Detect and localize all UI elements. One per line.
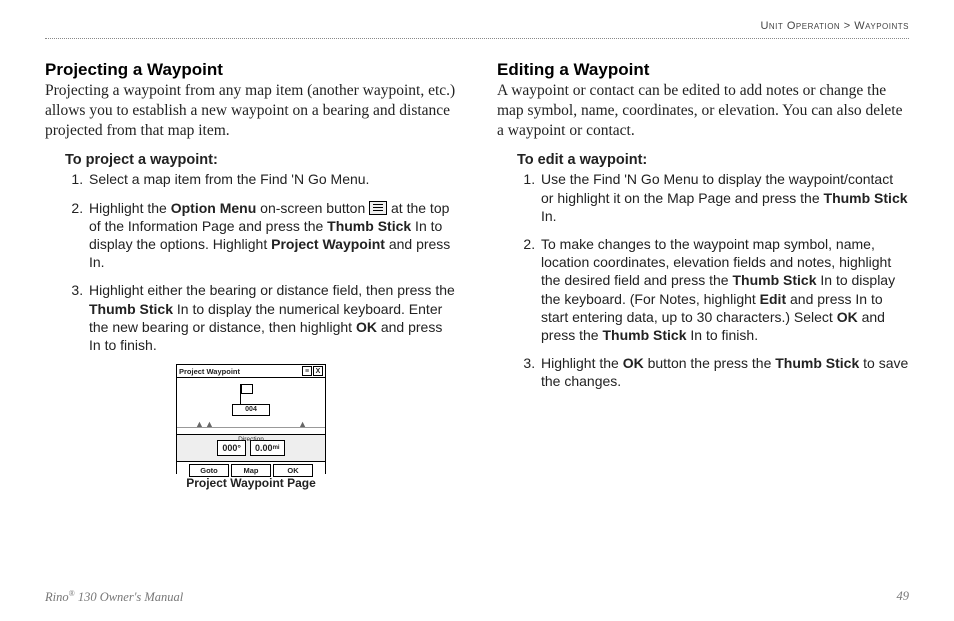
screen-titlebar: Project Waypoint ≡ X <box>177 365 325 378</box>
project-step-2: Highlight the Option Menu on-screen butt… <box>87 199 457 272</box>
map-button: Map <box>231 464 271 477</box>
intro-projecting: Projecting a waypoint from any map item … <box>45 81 457 140</box>
screen-compass-row: Direction 000° 0.00mi <box>177 435 325 462</box>
figure-caption: Project Waypoint Page <box>176 476 326 490</box>
page-number: 49 <box>897 589 910 605</box>
option-menu-icon <box>369 201 387 215</box>
figure-project-waypoint: Project Waypoint ≡ X 004 ▲ ▲ ▲ Direction <box>176 364 326 490</box>
screen-mapview: 004 ▲ ▲ ▲ <box>177 378 325 435</box>
waypoint-label: 004 <box>232 404 270 416</box>
waypoint-flag-icon <box>237 384 251 406</box>
tree-icon: ▲ <box>195 419 204 429</box>
edit-step-3: Highlight the OK button the press the Th… <box>539 354 909 390</box>
device-screen: Project Waypoint ≡ X 004 ▲ ▲ ▲ Direction <box>176 364 326 474</box>
breadcrumb-sep: > <box>840 20 854 32</box>
right-column: Editing a Waypoint A waypoint or contact… <box>497 60 909 581</box>
tree-icon: ▲ <box>205 419 214 429</box>
edit-steps: Use the Find 'N Go Menu to display the w… <box>517 170 909 390</box>
heading-editing: Editing a Waypoint <box>497 60 909 80</box>
screen-menu-icon: ≡ <box>302 366 312 376</box>
goto-button: Goto <box>189 464 229 477</box>
left-column: Projecting a Waypoint Projecting a waypo… <box>45 60 457 581</box>
screen-title: Project Waypoint <box>179 367 301 376</box>
breadcrumb-section: Unit Operation <box>760 20 840 32</box>
breadcrumb: Unit Operation > Waypoints <box>760 20 909 32</box>
subheading-project: To project a waypoint: <box>65 152 457 168</box>
page-footer: Rino® 130 Owner's Manual 49 <box>45 589 909 605</box>
header-rule <box>45 38 909 39</box>
tree-icon: ▲ <box>298 419 307 429</box>
footer-product: Rino® 130 Owner's Manual <box>45 589 183 605</box>
project-steps: Select a map item from the Find 'N Go Me… <box>65 170 457 354</box>
subheading-edit: To edit a waypoint: <box>517 152 909 168</box>
ok-button: OK <box>273 464 313 477</box>
edit-step-2: To make changes to the waypoint map symb… <box>539 235 909 344</box>
screen-close-icon: X <box>313 366 323 376</box>
edit-step-1: Use the Find 'N Go Menu to display the w… <box>539 170 909 225</box>
direction-label: Direction <box>238 436 264 443</box>
heading-projecting: Projecting a Waypoint <box>45 60 457 80</box>
intro-editing: A waypoint or contact can be edited to a… <box>497 81 909 140</box>
project-step-3: Highlight either the bearing or distance… <box>87 281 457 354</box>
breadcrumb-sub: Waypoints <box>854 20 909 32</box>
project-step-1: Select a map item from the Find 'N Go Me… <box>87 170 457 188</box>
